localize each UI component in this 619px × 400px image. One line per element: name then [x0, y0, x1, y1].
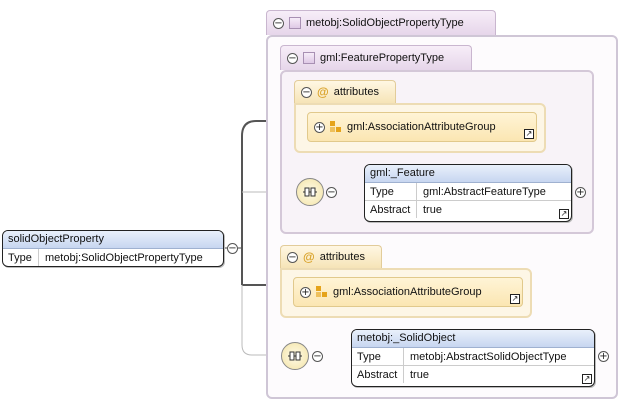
expand-icon[interactable]: + [300, 286, 311, 298]
collapse-icon[interactable]: − [287, 251, 298, 263]
expand-icon[interactable]: + [598, 351, 609, 362]
root-element[interactable]: solidObjectProperty Type metobj:SolidObje… [2, 230, 224, 267]
collapse-icon[interactable]: − [301, 86, 312, 98]
outer-attribute-group-name: gml:AssociationAttributeGroup [333, 286, 482, 298]
solid-object-abstract-value: true [410, 368, 429, 381]
attribute-group-icon [330, 121, 342, 133]
feature-abstract-value: true [423, 203, 442, 216]
collapse-icon[interactable]: − [312, 351, 323, 362]
expand-icon[interactable]: + [314, 121, 325, 133]
root-element-name: solidObjectProperty [3, 231, 223, 249]
collapse-icon[interactable]: − [227, 243, 238, 254]
inner-attribute-group-ref[interactable]: + gml:AssociationAttributeGroup ↗ [307, 112, 537, 142]
solid-object-type-value: metobj:AbstractSolidObjectType [410, 350, 567, 363]
reference-link-icon[interactable]: ↗ [559, 209, 569, 219]
expand-icon[interactable]: + [575, 187, 586, 198]
outer-group-tab[interactable]: − metobj:SolidObjectPropertyType [266, 10, 496, 35]
root-type-value: metobj:SolidObjectPropertyType [45, 251, 203, 264]
attribute-group-icon [316, 286, 328, 298]
solid-object-element-name: metobj:_SolidObject [352, 330, 594, 348]
sequence-glyph-icon [303, 187, 317, 197]
sequence-compositor-icon[interactable] [281, 342, 309, 370]
sequence-glyph-icon [288, 351, 302, 361]
complex-type-icon [303, 52, 315, 64]
type-key: Type [3, 249, 39, 266]
reference-link-icon[interactable]: ↗ [582, 374, 592, 384]
feature-element[interactable]: gml:_Feature Type gml:AbstractFeatureType… [364, 164, 572, 222]
type-key: Type [365, 183, 417, 200]
feature-element-name: gml:_Feature [365, 165, 571, 183]
abstract-key: Abstract [365, 201, 417, 218]
solid-object-element[interactable]: metobj:_SolidObject Type metobj:AbstractS… [351, 329, 595, 387]
type-key: Type [352, 348, 404, 365]
outer-attributes-label: attributes [319, 251, 365, 263]
collapse-icon[interactable]: − [287, 52, 298, 64]
complex-type-icon [289, 17, 301, 29]
inner-attribute-group-name: gml:AssociationAttributeGroup [347, 121, 496, 133]
abstract-key: Abstract [352, 366, 404, 383]
collapse-icon[interactable]: − [273, 17, 284, 29]
outer-attribute-group-ref[interactable]: + gml:AssociationAttributeGroup ↗ [293, 277, 523, 307]
inner-attributes-label: attributes [333, 86, 379, 98]
attribute-icon: @ [303, 250, 315, 264]
outer-attributes-tab[interactable]: − @ attributes [280, 245, 382, 268]
attribute-icon: @ [317, 85, 329, 99]
feature-type-value: gml:AbstractFeatureType [423, 185, 546, 198]
inner-group-tab[interactable]: − gml:FeaturePropertyType [280, 45, 472, 70]
outer-group-title: metobj:SolidObjectPropertyType [306, 17, 464, 29]
inner-attributes-tab[interactable]: − @ attributes [294, 80, 396, 103]
reference-link-icon[interactable]: ↗ [524, 129, 534, 139]
collapse-icon[interactable]: − [326, 187, 337, 198]
sequence-compositor-icon[interactable] [296, 178, 324, 206]
inner-group-title: gml:FeaturePropertyType [320, 52, 445, 64]
reference-link-icon[interactable]: ↗ [510, 294, 520, 304]
